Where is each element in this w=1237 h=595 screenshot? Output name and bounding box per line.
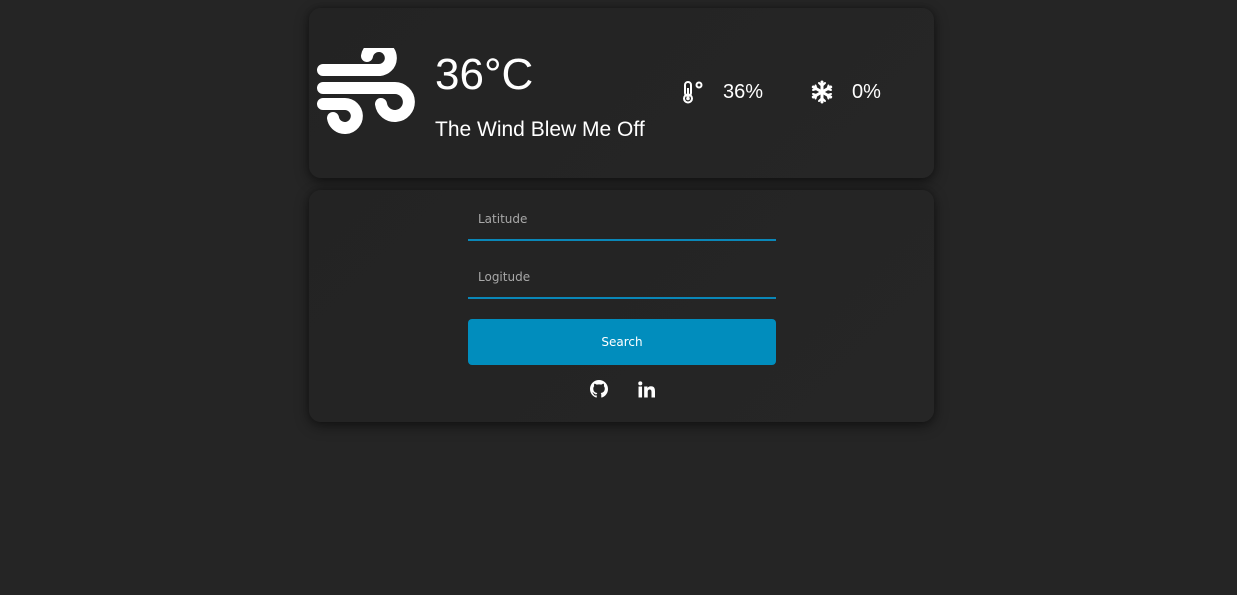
github-link[interactable]: [589, 379, 609, 399]
weather-card: 36°C The Wind Blew Me Off 36% 0%: [309, 8, 934, 178]
github-icon: [590, 380, 608, 398]
search-card: Search: [309, 190, 934, 422]
wind-icon: [317, 48, 415, 134]
snowflake-icon: [810, 80, 834, 104]
humidity-stat: 36%: [681, 80, 763, 104]
snow-value: 0%: [852, 80, 881, 103]
temperature-value: 36°C: [435, 50, 534, 99]
longitude-input[interactable]: [468, 257, 776, 299]
humidity-value: 36%: [723, 80, 764, 103]
snow-stat: 0%: [810, 80, 881, 104]
weather-description: The Wind Blew Me Off: [435, 118, 645, 141]
thermometer-icon: [681, 80, 707, 104]
search-button[interactable]: Search: [468, 319, 776, 365]
linkedin-icon: [637, 380, 655, 397]
linkedin-link[interactable]: [636, 379, 656, 399]
latitude-input[interactable]: [468, 199, 776, 241]
